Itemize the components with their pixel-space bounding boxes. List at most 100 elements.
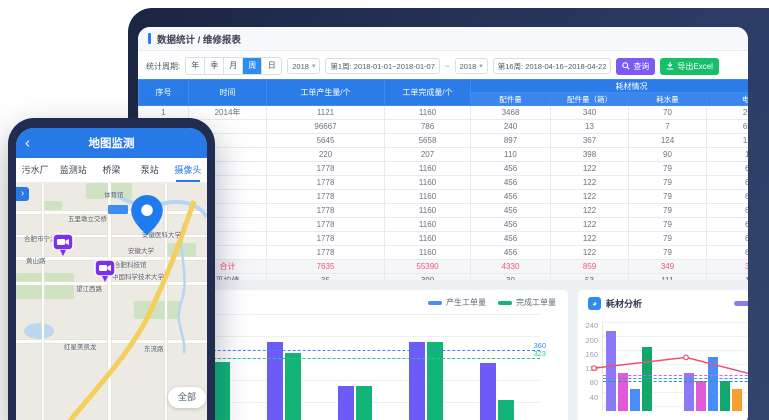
col-header: 工单完成量/个 [385, 80, 471, 106]
tab-摄像头[interactable]: 摄像头 [169, 158, 207, 182]
sub-col-header: 配件量 [471, 93, 551, 106]
tab-泵站[interactable]: 泵站 [131, 158, 169, 182]
table-cell: 67 [707, 162, 749, 176]
table-cell: 79 [629, 204, 707, 218]
table-cell: 207 [385, 148, 471, 162]
left-chart-bar [214, 362, 230, 420]
dashboard-window: 数据统计 / 维修报表 统计周期: 年季月周日 2018▾ 第1周: 2018-… [138, 27, 748, 420]
table-row: 合计763555390433085934933 [139, 260, 749, 274]
year-start-select[interactable]: 2018▾ [287, 58, 320, 74]
table-cell: 456 [471, 176, 551, 190]
reference-line [158, 350, 540, 351]
week-range-start[interactable]: 第1周: 2018-01-01~2018-01-07 [325, 58, 439, 74]
table-cell: 67 [707, 176, 749, 190]
table-cell: 897 [471, 134, 551, 148]
query-button[interactable]: 查询 [616, 58, 655, 75]
table-cell: 786 [385, 120, 471, 134]
table-row: 96667786240137650 [139, 120, 749, 134]
table-cell: 122 [551, 204, 629, 218]
download-icon [666, 62, 674, 70]
table-cell: 2014年 [189, 106, 267, 120]
year-end-select[interactable]: 2018▾ [455, 58, 488, 74]
table-cell: 110 [471, 148, 551, 162]
tab-污水厂[interactable]: 污水厂 [16, 158, 54, 182]
period-option-月[interactable]: 月 [224, 58, 243, 74]
sub-col-header: 配件量（箱） [551, 93, 629, 106]
table-cell: 3468 [471, 106, 551, 120]
table-cell: 67 [707, 204, 749, 218]
period-option-周[interactable]: 周 [243, 58, 262, 74]
tab-监测站[interactable]: 监测站 [54, 158, 92, 182]
table-cell: 7635 [267, 260, 385, 274]
highlighted-road-label [108, 205, 128, 214]
screenshot-stage: 数据统计 / 维修报表 统计周期: 年季月周日 2018▾ 第1周: 2018-… [0, 0, 769, 420]
table-cell: 79 [629, 190, 707, 204]
left-chart-bar [409, 342, 425, 420]
table-cell: 367 [551, 134, 629, 148]
legend-item-generated[interactable]: 产生工单量 [428, 297, 486, 308]
map-label: 合肥科技馆 [114, 259, 147, 269]
left-chart-legend: 产生工单量 完成工单量 [428, 297, 556, 308]
map-expand-button[interactable]: › [16, 187, 29, 201]
legend-item-completed[interactable]: 完成工单量 [498, 297, 556, 308]
table-cell: 1160 [385, 190, 471, 204]
export-excel-button[interactable]: 导出Excel [660, 58, 719, 75]
table-cell: 250 [707, 106, 749, 120]
table-cell: 1160 [385, 218, 471, 232]
camera-marker[interactable] [52, 233, 74, 260]
reference-line [158, 358, 540, 359]
table-row: 177811604561227967 [139, 190, 749, 204]
camera-marker[interactable] [94, 259, 116, 286]
table-cell: 55390 [385, 260, 471, 274]
table-cell: 4330 [471, 260, 551, 274]
table-row: 177811604561227967 [139, 246, 749, 260]
map-view[interactable]: 体育馆五里墩立交桥安徽医科大学合肥市宁溪小学安徽大学合肥科技馆黄山路中国科学技术… [16, 183, 207, 420]
period-option-季[interactable]: 季 [205, 58, 224, 74]
phone-page-title: 地图监测 [89, 135, 135, 151]
left-chart-bar [356, 386, 372, 420]
table-cell: 122 [551, 246, 629, 260]
map-label: 安徽大学 [128, 245, 154, 255]
selected-location-pin[interactable] [131, 195, 163, 235]
table-cell: 124 [629, 134, 707, 148]
tab-桥梁[interactable]: 桥梁 [92, 158, 130, 182]
map-label: 中国科学技术大学 [112, 271, 164, 281]
table-row: 177811604561227967 [139, 232, 749, 246]
table-cell: 122 [551, 218, 629, 232]
period-option-年[interactable]: 年 [186, 58, 205, 74]
sub-col-header: 耗水量 [629, 93, 707, 106]
table-cell: 240 [471, 120, 551, 134]
sub-col-header: 电量 [707, 93, 749, 106]
table-cell: 1160 [385, 232, 471, 246]
breadcrumb-text: 数据统计 / 维修报表 [157, 32, 241, 46]
table-cell: 456 [471, 190, 551, 204]
table-cell: 122 [551, 176, 629, 190]
report-table-body: 12014年1121116034683407025096667786240137… [139, 106, 749, 288]
col-header: 时间 [189, 80, 267, 106]
period-option-日[interactable]: 日 [262, 58, 281, 74]
back-icon[interactable]: ‹ [25, 136, 30, 151]
report-table: 序号 时间 工单产生量/个 工单完成量/个 耗材情况 配件量 配件量（箱） 耗水… [138, 79, 748, 288]
table-cell: 349 [629, 260, 707, 274]
right-chart-legend-swatch [734, 301, 748, 306]
table-cell: 122 [551, 162, 629, 176]
table-cell: 456 [471, 246, 551, 260]
breadcrumb: 数据统计 / 维修报表 [138, 27, 748, 51]
table-cell: 1778 [267, 204, 385, 218]
table-cell: 1778 [267, 176, 385, 190]
map-label: 东流路 [144, 343, 164, 353]
table-row: 2202071103989019 [139, 148, 749, 162]
week-range-end[interactable]: 第16周: 2018-04-16~2018-04-22 [493, 58, 612, 74]
table-row: 177811604561227967 [139, 218, 749, 232]
table-cell: 67 [707, 246, 749, 260]
table-cell: 1778 [267, 246, 385, 260]
map-label: 体育馆 [104, 189, 124, 199]
table-cell: 220 [267, 148, 385, 162]
show-all-button[interactable]: 全部 [168, 387, 206, 408]
right-chart-plot [602, 322, 748, 411]
table-cell: 129 [707, 134, 749, 148]
table-cell: 5645 [267, 134, 385, 148]
charts-row: 产生工单量 完成工单量 360323 ◕ 耗材分析 24020016012080… [138, 280, 748, 420]
table-cell: 79 [629, 218, 707, 232]
table-cell: 456 [471, 162, 551, 176]
